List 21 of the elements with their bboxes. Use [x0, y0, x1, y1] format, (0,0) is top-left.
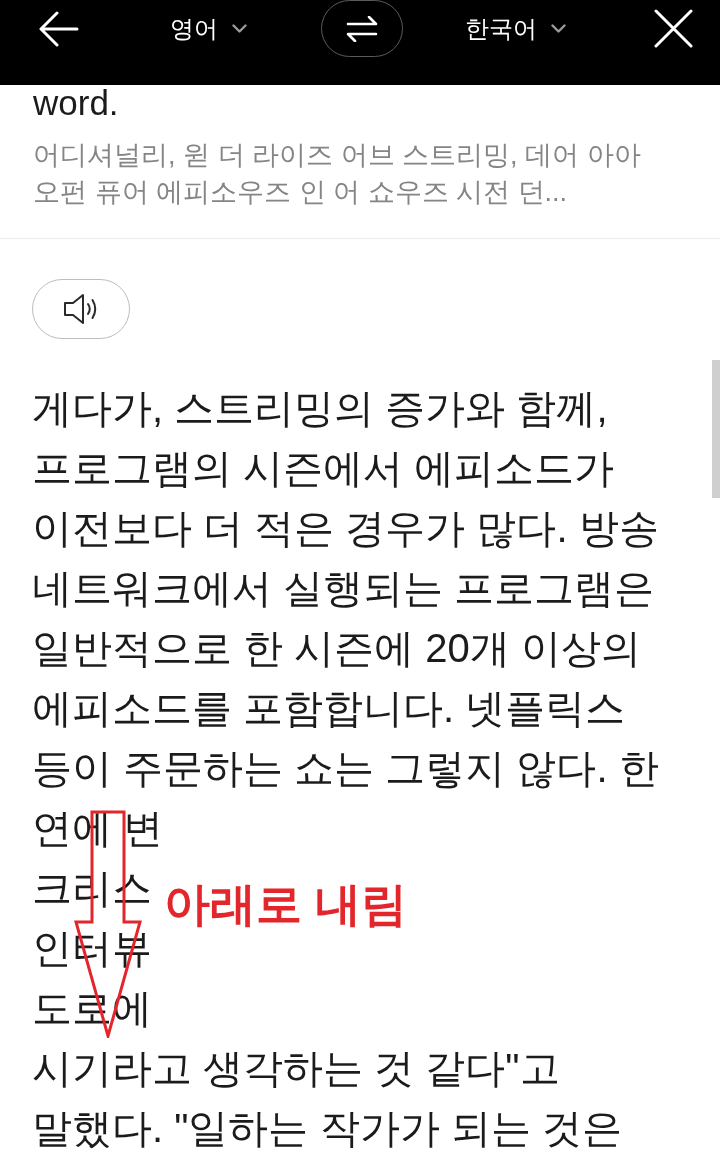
target-language-selector[interactable]: 한국어: [465, 13, 566, 44]
translation-line: 일반적으로 한 시즌에 20개 이상의: [32, 625, 641, 671]
annotation-label: 아래로 내림: [164, 880, 407, 928]
close-icon: [654, 9, 693, 48]
source-text: word.: [33, 85, 119, 121]
translation-line: 네트워크에서 실행되는 프로그램은: [32, 565, 655, 611]
translation-line: 말했다. "일하는 작가가 되는 것은: [32, 1105, 622, 1151]
translation-line: 게다가, 스트리밍의 증가와 함께,: [32, 385, 608, 431]
arrow-left-icon: [39, 10, 79, 47]
translation-line: 이전보다 더 적은 경우가 많다. 방송: [32, 505, 659, 551]
chevron-down-icon: [232, 24, 247, 33]
translation-line: 시기라고 생각하는 것 같다"고: [32, 1045, 560, 1091]
translation-line: 프로그램의 시즌에서 에피소드가: [32, 445, 615, 491]
source-language-selector[interactable]: 영어: [170, 13, 247, 44]
pronunciation-text: 어디셔널리, 윋 더 라이즈 어브 스트리밍, 데어 아아 오펀 퓨어 에피소우즈 인 어 쇼우즈 시전 던...: [33, 139, 642, 209]
swap-icon: [346, 15, 378, 42]
translation-line: 에피소드를 포함합니다. 넷플릭스: [32, 685, 626, 731]
chevron-down-icon: [551, 24, 566, 33]
back-button[interactable]: [39, 10, 79, 47]
close-button[interactable]: [654, 9, 693, 48]
translation-line: 등이 주문하는 쇼는 그렇지 않다. 한: [32, 745, 659, 791]
